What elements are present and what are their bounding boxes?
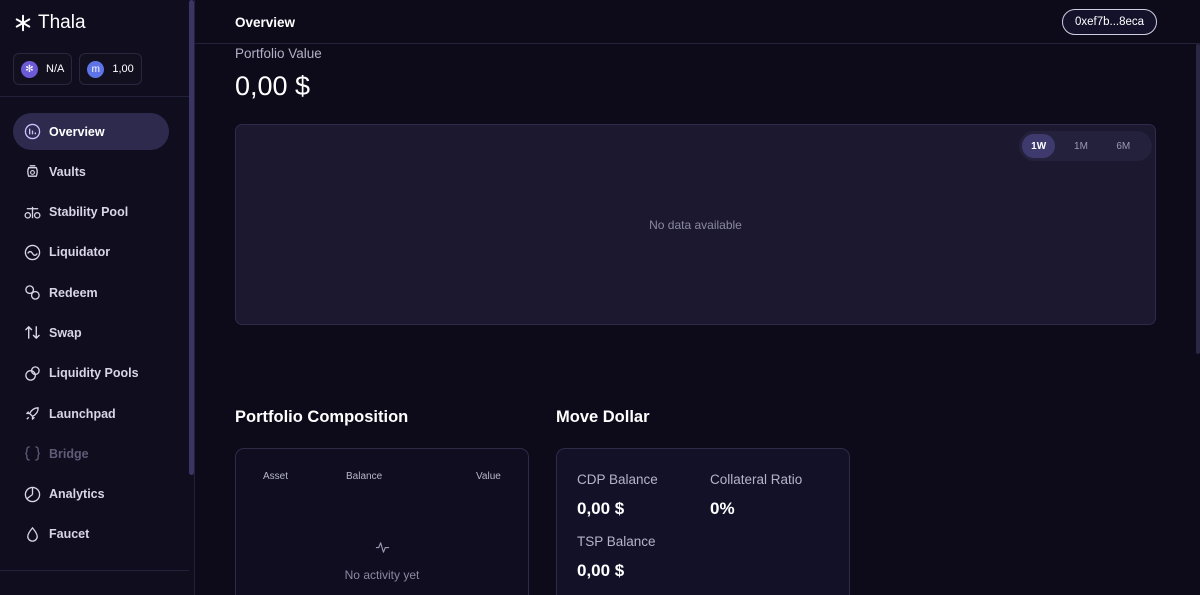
column-header-balance[interactable]: Balance	[346, 471, 382, 482]
token-balances: ✻ N/A m 1,00	[13, 53, 142, 85]
sidebar-divider	[0, 570, 189, 571]
sidebar-item-vaults[interactable]: Vaults	[13, 153, 169, 190]
sidebar-item-label: Faucet	[49, 527, 90, 542]
move-dollar-token-icon: m	[87, 60, 105, 78]
cdp-balance-value: 0,00 $	[577, 499, 625, 518]
cdp-balance-label: CDP Balance	[577, 472, 658, 487]
sidebar-item-faucet[interactable]: Faucet	[13, 516, 169, 553]
tsp-balance-value: 0,00 $	[577, 561, 625, 580]
portfolio-value: 0,00 $	[235, 71, 311, 101]
droplet-icon	[23, 525, 41, 543]
sidebar: Thala ✻ N/A m 1,00 Overview Vaults Stabi…	[0, 0, 195, 595]
sidebar-item-launchpad[interactable]: Launchpad	[13, 395, 169, 432]
sidebar-item-redeem[interactable]: Redeem	[13, 274, 169, 311]
thala-token-icon: ✻	[21, 60, 38, 78]
sidebar-item-stability-pool[interactable]: Stability Pool	[13, 194, 169, 231]
collateral-ratio-label: Collateral Ratio	[710, 472, 803, 487]
swap-icon	[23, 324, 41, 342]
sidebar-item-label: Launchpad	[49, 406, 116, 421]
redeem-icon	[23, 284, 41, 302]
app-name: Thala	[38, 12, 86, 33]
thala-token-pill[interactable]: ✻ N/A	[13, 53, 73, 85]
portfolio-composition-title: Portfolio Composition	[235, 408, 409, 426]
sidebar-item-liquidity-pools[interactable]: Liquidity Pools	[13, 355, 169, 392]
sidebar-item-label: Redeem	[49, 285, 98, 300]
top-header: Overview 0xef7b...8eca	[195, 0, 1200, 44]
sidebar-item-label: Swap	[49, 325, 82, 340]
thala-logo-icon	[15, 14, 31, 32]
sidebar-item-swap[interactable]: Swap	[13, 314, 169, 351]
scale-icon	[23, 203, 41, 221]
sidebar-scrollbar[interactable]	[189, 0, 194, 475]
composition-empty-text: No activity yet	[344, 568, 420, 582]
analytics-icon	[23, 485, 41, 503]
time-range-selector: 1W 1M 6M	[1019, 131, 1152, 161]
bridge-icon	[23, 445, 41, 463]
overview-icon	[23, 123, 41, 141]
portfolio-composition-card: Asset Balance Value No activity yet	[235, 448, 529, 595]
portfolio-value-label: Portfolio Value	[235, 46, 322, 61]
move-dollar-token-pill[interactable]: m 1,00	[79, 53, 142, 85]
range-6m-button[interactable]: 6M	[1107, 134, 1140, 158]
collateral-ratio-value: 0%	[710, 499, 735, 518]
sidebar-divider	[0, 96, 189, 97]
sidebar-item-label: Overview	[49, 124, 105, 139]
sidebar-item-label: Stability Pool	[49, 205, 129, 220]
tsp-balance-label: TSP Balance	[577, 534, 656, 549]
sidebar-item-analytics[interactable]: Analytics	[13, 476, 169, 513]
range-1m-button[interactable]: 1M	[1064, 134, 1097, 158]
liquidity-pools-icon	[23, 364, 41, 382]
sidebar-item-bridge: Bridge	[13, 435, 169, 472]
sidebar-item-label: Liquidity Pools	[49, 366, 139, 381]
activity-icon	[375, 542, 390, 553]
wallet-address-button[interactable]: 0xef7b...8eca	[1062, 9, 1157, 35]
portfolio-chart: 1W 1M 6M No data available	[235, 124, 1156, 325]
move-dollar-token-value: 1,00	[112, 63, 134, 75]
column-header-value[interactable]: Value	[476, 471, 501, 482]
move-dollar-title: Move Dollar	[556, 408, 650, 426]
move-dollar-card: CDP Balance 0,00 $ Collateral Ratio 0% T…	[556, 448, 850, 595]
sidebar-item-overview[interactable]: Overview	[13, 113, 169, 150]
app-logo[interactable]: Thala	[14, 12, 86, 34]
main-scrollbar[interactable]	[1196, 44, 1200, 354]
sidebar-item-label: Vaults	[49, 164, 86, 179]
page-title: Overview	[235, 15, 296, 30]
chart-empty-text: No data available	[649, 218, 742, 232]
range-1w-button[interactable]: 1W	[1022, 134, 1056, 158]
column-header-asset[interactable]: Asset	[263, 471, 288, 482]
rocket-icon	[23, 405, 41, 423]
vault-icon	[23, 163, 41, 181]
sidebar-nav: Overview Vaults Stability Pool Liquidato…	[13, 113, 169, 556]
thala-token-value: N/A	[46, 63, 65, 75]
sidebar-item-label: Analytics	[49, 487, 105, 502]
sidebar-item-label: Bridge	[49, 446, 89, 461]
sidebar-item-liquidator[interactable]: Liquidator	[13, 234, 169, 271]
sidebar-item-label: Liquidator	[49, 245, 111, 260]
liquidator-icon	[23, 243, 41, 261]
